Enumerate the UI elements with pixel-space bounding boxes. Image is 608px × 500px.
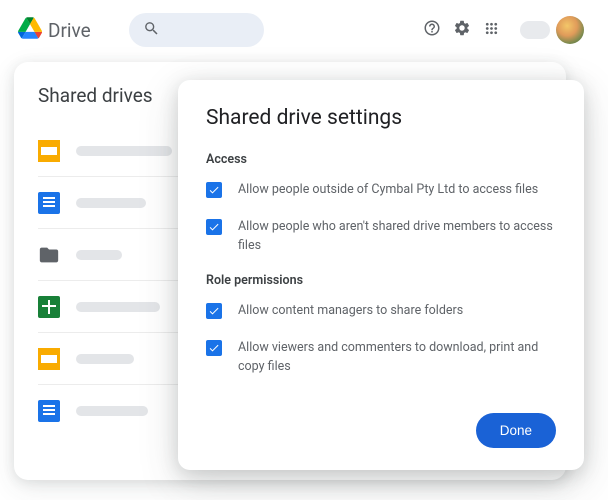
search-input[interactable] (129, 13, 264, 47)
option-label: Allow viewers and commenters to download… (238, 339, 556, 377)
option-label: Allow content managers to share folders (238, 302, 463, 321)
account-chip (520, 21, 550, 39)
item-name-placeholder (76, 250, 122, 260)
option-label: Allow people who aren't shared drive mem… (238, 218, 556, 256)
option-label: Allow people outside of Cymbal Pty Ltd t… (238, 181, 538, 200)
app-name: Drive (48, 19, 91, 42)
checkbox-icon (206, 303, 222, 319)
apps-icon[interactable] (483, 20, 500, 41)
item-name-placeholder (76, 198, 146, 208)
checkbox-icon (206, 219, 222, 235)
drive-icon (18, 17, 42, 43)
checkbox-icon (206, 340, 222, 356)
item-name-placeholder (76, 406, 148, 416)
gear-icon[interactable] (453, 19, 471, 41)
done-button[interactable]: Done (476, 413, 556, 448)
header-actions (423, 12, 590, 48)
option-non-members[interactable]: Allow people who aren't shared drive mem… (206, 218, 556, 256)
option-content-managers-share[interactable]: Allow content managers to share folders (206, 302, 556, 321)
app-logo: Drive (18, 17, 91, 43)
avatar (556, 16, 584, 44)
option-viewer-download[interactable]: Allow viewers and commenters to download… (206, 339, 556, 377)
role-section-label: Role permissions (206, 273, 556, 288)
access-section-label: Access (206, 152, 556, 167)
search-icon (143, 20, 160, 41)
help-icon[interactable] (423, 19, 441, 41)
item-name-placeholder (76, 146, 172, 156)
option-outside-org[interactable]: Allow people outside of Cymbal Pty Ltd t… (206, 181, 556, 200)
item-name-placeholder (76, 354, 134, 364)
dialog-title: Shared drive settings (206, 106, 556, 130)
header: Drive (0, 0, 608, 56)
item-name-placeholder (76, 302, 160, 312)
checkbox-icon (206, 182, 222, 198)
account-switcher[interactable] (512, 12, 590, 48)
shared-drive-settings-dialog: Shared drive settings Access Allow peopl… (178, 80, 584, 470)
